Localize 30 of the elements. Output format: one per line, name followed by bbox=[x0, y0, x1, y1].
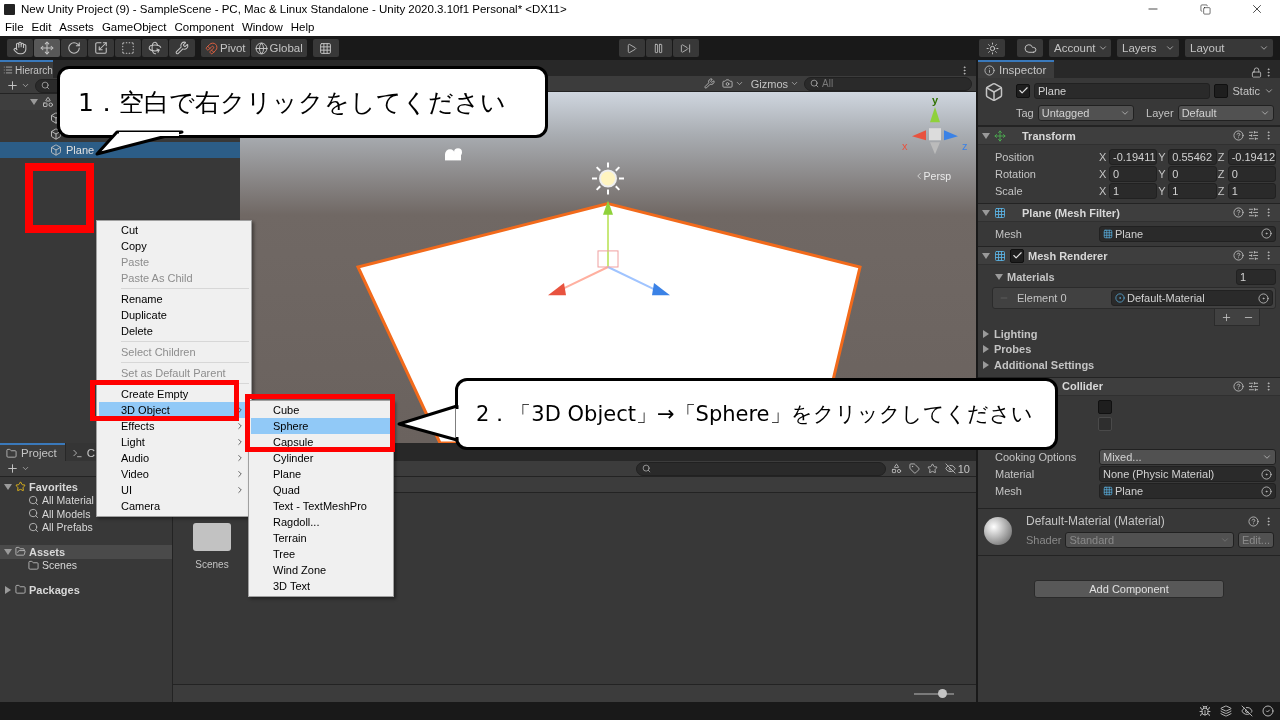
axis-label: y bbox=[932, 94, 939, 107]
axis-label: X bbox=[1099, 150, 1108, 163]
material-title: Default-Material (Material) bbox=[1026, 514, 1166, 528]
axis-label: X bbox=[1099, 184, 1108, 197]
field-label: Scale bbox=[995, 184, 1024, 197]
component-title: Mesh Renderer bbox=[1028, 249, 1109, 262]
field-label: Shader bbox=[1026, 534, 1062, 546]
axis-label: Z bbox=[1217, 184, 1226, 197]
field-label: Element 0 bbox=[1017, 292, 1068, 304]
field-label: Materials bbox=[1007, 270, 1056, 283]
axis-label: X bbox=[1099, 167, 1108, 180]
axis-label: Z bbox=[1217, 167, 1226, 180]
field-label: Material bbox=[995, 468, 1036, 480]
axis-label: x bbox=[902, 140, 908, 153]
field-label: Mesh bbox=[995, 227, 1023, 240]
window-title: New Unity Project (9) - SampleScene - PC, Mac & Linux Standalone - Unity 2020.3.10f1 Personal* <DX11> bbox=[21, 3, 568, 15]
field-label: Mesh bbox=[995, 485, 1023, 497]
axis-label: Y bbox=[1158, 184, 1167, 197]
component-title: Transform bbox=[1022, 129, 1077, 142]
axis-label: Y bbox=[1158, 167, 1167, 180]
field-label: Position bbox=[995, 150, 1036, 163]
component-title: Plane (Mesh Filter) bbox=[1022, 206, 1121, 219]
axis-label: z bbox=[962, 140, 968, 153]
field-label: Layer bbox=[1146, 106, 1174, 119]
field-label: Rotation bbox=[995, 167, 1037, 180]
field-label: Tag bbox=[1016, 106, 1034, 119]
axis-label: Y bbox=[1158, 150, 1167, 163]
axis-label: Z bbox=[1217, 150, 1226, 163]
field-label: Cooking Options bbox=[995, 451, 1078, 463]
component-title: Collider bbox=[1062, 380, 1104, 392]
